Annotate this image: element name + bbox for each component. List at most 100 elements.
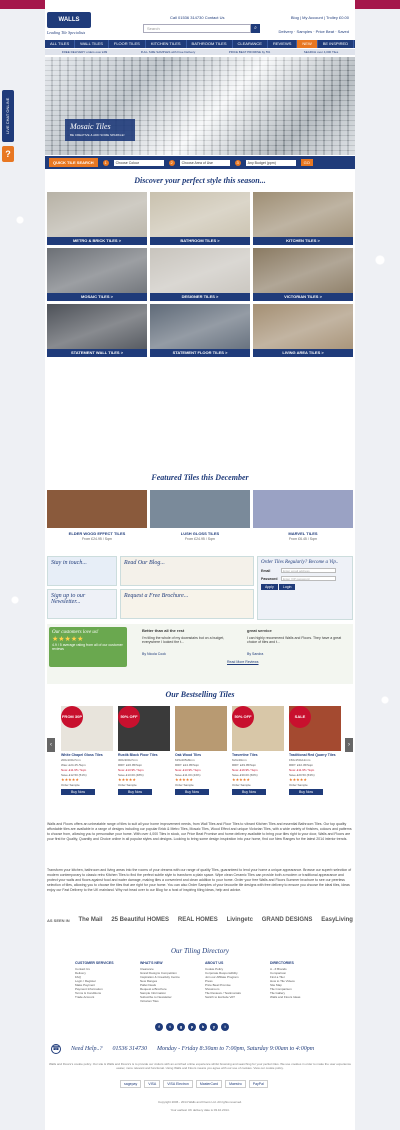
category-label[interactable]: KITCHEN TILES > [253,237,353,245]
social-icon[interactable]: g [177,1023,185,1031]
usp-delivery[interactable]: FREE DELIVERY orders over £99 [62,49,107,55]
featured-image[interactable] [47,490,147,528]
category-tile[interactable]: METRO & BRICK TILES > [47,192,147,245]
category-label[interactable]: STATEMENT FLOOR TILES > [150,349,250,357]
social-icon[interactable]: b [199,1023,207,1031]
read-more-reviews-link[interactable]: Read More Reviews [227,660,327,664]
vip-email-field[interactable]: Enter email address [281,568,336,573]
nav-wall-tiles[interactable]: WALL TILES [75,40,109,48]
nav-floor-tiles[interactable]: FLOOR TILES [109,40,146,48]
product-image[interactable]: 50% OFF [118,706,170,751]
featured-name[interactable]: MARVEL TILES [253,531,353,536]
service-links[interactable]: Delivery · Samples · Price Beat · Saved [279,29,349,34]
category-tile[interactable]: MOSAIC TILES > [47,248,147,301]
search-input[interactable]: Search [143,24,251,33]
directory-column: DIRECTORIES A - Z Brands Comparison Find a … [270,961,335,1003]
category-label[interactable]: STATEMENT WALL TILES > [47,349,147,357]
product-name[interactable]: Travertine Tiles [232,753,284,757]
nav-all-tiles[interactable]: ALL TILES [45,40,76,48]
featured-image[interactable] [150,490,250,528]
product-image[interactable]: FROM 30P [61,706,113,751]
featured-item[interactable]: MARVEL TILES From £6.45 / Sqm [253,490,353,541]
social-icon[interactable]: f [155,1023,163,1031]
buy-now-button[interactable]: Buy Now [118,789,152,795]
category-tile[interactable]: STATEMENT FLOOR TILES > [150,304,250,357]
blog-label: Read Our Blog... [124,560,165,566]
product-image[interactable]: 50% OFF [232,706,284,751]
category-tile[interactable]: LIVING AREA TILES > [253,304,353,357]
area-select[interactable]: Choose Area of Use [179,159,230,166]
buy-now-button[interactable]: Buy Now [175,789,209,795]
account-links[interactable]: Blog | My Account | Trolley £0.00 [291,15,349,20]
buy-now-button[interactable]: Buy Now [289,789,323,795]
directory-link[interactable]: Switch to Exclude VAT [205,995,270,999]
search-icon[interactable]: ⌕ [251,24,260,33]
call-us-text[interactable]: Call 01536 314730 Contact Us [170,15,224,20]
category-label[interactable]: MOSAIC TILES > [47,293,147,301]
carousel-prev-icon[interactable]: ‹ [47,738,55,752]
budget-select[interactable]: Any Budget (ppm) [245,159,296,166]
product-image[interactable]: SALE [289,706,341,751]
category-tile[interactable]: DESIGNER TILES > [150,248,250,301]
colour-select[interactable]: Choose Colour [113,159,164,166]
apply-button[interactable]: Apply [261,584,278,590]
go-button[interactable]: GO [300,159,313,166]
category-label[interactable]: METRO & BRICK TILES > [47,237,147,245]
category-tile[interactable]: VICTORIAN TILES > [253,248,353,301]
product-name[interactable]: Rustik Black Floor Tiles [118,753,170,757]
live-chat-tab[interactable]: LIVE CHAT ONLINE [2,90,14,142]
phone-icon: ☎ [51,1044,61,1054]
social-icon[interactable]: t [166,1023,174,1031]
nav-reviews[interactable]: REVIEWS [268,40,298,48]
product-name[interactable]: White Chapel Gloss Tiles [61,753,113,757]
nav-be-inspired[interactable]: BE INSPIRED [318,40,355,48]
category-tile[interactable]: STATEMENT WALL TILES > [47,304,147,357]
login-button[interactable]: Login [278,584,296,590]
nav-kitchen-tiles[interactable]: KITCHEN TILES [146,40,187,48]
usp-samples[interactable]: FULL SIZE SAMPLES with Free Delivery [141,49,196,55]
category-label[interactable]: DESIGNER TILES > [150,293,250,301]
social-icon[interactable]: p [188,1023,196,1031]
product-name[interactable]: Traditional Red Quarry Tiles [289,753,341,757]
order-sample-link[interactable]: Order Sample [61,783,113,787]
directory-link[interactable]: Trade Account [75,995,140,999]
category-tile[interactable]: KITCHEN TILES > [253,192,353,245]
nav-bathroom-tiles[interactable]: BATHROOM TILES [187,40,233,48]
usp-search[interactable]: SEARCH over 4,000 Tiles [304,49,339,55]
product-image[interactable] [175,706,227,751]
featured-image[interactable] [253,490,353,528]
buy-now-button[interactable]: Buy Now [232,789,266,795]
help-phone[interactable]: 01536 314730 [113,1046,148,1052]
featured-item[interactable]: ELDER WOOD EFFECT TILES From £24.95 / Sqm [47,490,147,541]
directory-link[interactable]: Walls and Floors Ideas [270,995,335,999]
order-sample-link[interactable]: Order Sample [289,783,341,787]
read-blog-box[interactable]: Read Our Blog... [120,556,254,586]
order-sample-link[interactable]: Order Sample [118,783,170,787]
hero-banner[interactable]: Mosaic Tiles BE CREATIVE & ADD SOME SPAR… [45,57,355,155]
category-tile[interactable]: BATHROOM TILES > [150,192,250,245]
featured-name[interactable]: ELDER WOOD EFFECT TILES [47,531,147,536]
social-icon[interactable]: y [210,1023,218,1031]
usp-price-beat[interactable]: PRICE BEAT PROMISE by 5% [229,49,270,55]
nav-new[interactable]: NEW [297,40,318,48]
directory-link[interactable]: Victorian Tiles [140,999,205,1003]
order-sample-link[interactable]: Order Sample [175,783,227,787]
category-label[interactable]: LIVING AREA TILES > [253,349,353,357]
product-name[interactable]: Oak Wood Tiles [175,753,227,757]
logo[interactable]: WALLS FLOORS [47,12,91,39]
featured-item[interactable]: LUSH GLOSS TILES From £24.95 / Sqm [150,490,250,541]
order-sample-link[interactable]: Order Sample [232,783,284,787]
featured-name[interactable]: LUSH GLOSS TILES [150,531,250,536]
social-icon[interactable]: i [221,1023,229,1031]
category-label[interactable]: VICTORIAN TILES > [253,293,353,301]
help-question-icon[interactable]: ? [2,146,14,162]
carousel-next-icon[interactable]: › [345,738,353,752]
nav-clearance[interactable]: CLEARANCE [233,40,268,48]
newsletter-box[interactable]: Sign up to our Newsletter... [47,589,117,619]
buy-now-button[interactable]: Buy Now [61,789,95,795]
category-label[interactable]: BATHROOM TILES > [150,237,250,245]
brochure-box[interactable]: Request a Free Brochure... [120,589,254,619]
rating-box[interactable]: Our customers love us! ★★★★★ 4.9 / 5 ave… [49,627,127,667]
stay-in-touch-box[interactable]: Stay in touch... [47,556,117,586]
vip-password-field[interactable]: Enter VIP password [281,576,336,581]
